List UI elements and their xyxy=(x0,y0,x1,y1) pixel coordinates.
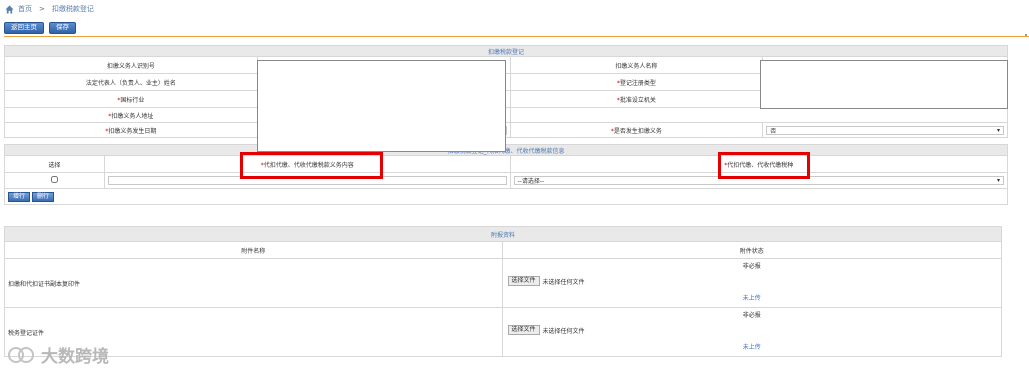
file-status-text: 未选择任何文件 xyxy=(542,327,585,335)
file-picker: 选择文件 未选择任何文件 xyxy=(507,276,585,286)
dropdown-arrow-icon: ▾ xyxy=(996,177,1000,184)
highlight-box-content xyxy=(240,152,383,179)
legal-rep-label: 法定代表人（负责人、业主）姓名 xyxy=(4,73,258,91)
toolbar: 返回主页 保存 xyxy=(4,22,76,34)
add-row-button[interactable]: 增行 xyxy=(8,191,31,202)
save-button[interactable]: 保存 xyxy=(49,22,76,34)
approving-org-text: 批准设立机关 xyxy=(619,96,656,104)
highlight-box-tax xyxy=(718,152,810,179)
reg-type-label: *登记注册类型 xyxy=(509,73,764,91)
divider xyxy=(4,36,1029,37)
row-actions: 增行 删行 xyxy=(4,188,1008,205)
taxpayer-id-label: 扣缴义务人识别号 xyxy=(4,56,258,74)
breadcrumb-separator: > xyxy=(39,5,45,13)
whether-text: 是否发生扣缴义务 xyxy=(613,127,662,135)
breadcrumb-home[interactable]: 首页 xyxy=(18,4,32,14)
choose-file-button[interactable]: 选择文件 xyxy=(507,325,540,335)
section-title: 扣缴税款登记 xyxy=(4,45,1008,57)
file-status-text: 未选择任何文件 xyxy=(542,278,585,286)
industry-label: *国标行业 xyxy=(4,90,258,108)
withholding-table: 扣缴税款登记_代扣代缴、代收代缴税款信息 选择 *代扣代缴、代收代缴税款义务内容… xyxy=(4,144,1008,205)
whether-cell: 否 ▾ xyxy=(762,122,1008,138)
date-label: *扣缴义务发生日期 xyxy=(4,122,258,138)
tax-select-value: --请选择-- xyxy=(517,178,545,185)
reg-type-text: 登记注册类型 xyxy=(619,79,656,87)
redaction-box-right xyxy=(760,60,1008,109)
whether-value: 否 xyxy=(770,127,777,135)
taxpayer-name-label: 扣缴义务人名称 xyxy=(509,56,764,74)
row-checkbox[interactable] xyxy=(50,176,58,183)
address-text: 扣缴义务人地址 xyxy=(111,112,154,120)
divider-dot xyxy=(1025,34,1027,36)
address-label: *扣缴义务人地址 xyxy=(4,107,258,123)
redaction-box-left xyxy=(257,60,506,152)
breadcrumb-current: 扣缴税款登记 xyxy=(51,5,94,13)
watermark-text: 大数跨境 xyxy=(41,347,109,367)
select-column-header: 选择 xyxy=(4,155,105,173)
attachments-section-title: 附报资料 xyxy=(4,226,1002,242)
address-extra xyxy=(509,107,1009,123)
file-picker: 选择文件 未选择任何文件 xyxy=(507,325,585,335)
attachment-name-header: 附件名称 xyxy=(4,241,503,259)
home-icon[interactable] xyxy=(5,4,14,14)
attachment-status-cell: 非必报 选择文件 未选择任何文件 未上传 xyxy=(501,307,1003,357)
required-status: 非必报 xyxy=(742,263,761,270)
dropdown-arrow-icon: ▾ xyxy=(996,126,1000,134)
watermark-logo-icon xyxy=(8,346,34,363)
upload-status-link[interactable]: 未上传 xyxy=(503,293,1001,302)
delete-row-button[interactable]: 删行 xyxy=(31,191,54,202)
required-status: 非必报 xyxy=(742,312,761,319)
back-home-button[interactable]: 返回主页 xyxy=(4,22,44,34)
date-text: 扣缴义务发生日期 xyxy=(108,127,157,135)
industry-text: 国标行业 xyxy=(120,96,145,104)
attachments-table: 附报资料 附件名称 附件状态 扣缴和代扣证书副本复印件 非必报 选择文件 未选择… xyxy=(4,226,1003,357)
upload-status-link[interactable]: 未上传 xyxy=(503,342,1001,351)
choose-file-button[interactable]: 选择文件 xyxy=(507,276,540,286)
approving-org-label: *批准设立机关 xyxy=(509,90,764,108)
attachment-status-header: 附件状态 xyxy=(501,241,1003,259)
whether-select[interactable]: 否 ▾ xyxy=(766,125,1004,135)
breadcrumb: 首页 > 扣缴税款登记 xyxy=(5,3,94,15)
attachment-name-cell: 扣缴和代扣证书副本复印件 xyxy=(4,258,503,308)
attachment-status-cell: 非必报 选择文件 未选择任何文件 未上传 xyxy=(501,258,1003,308)
withholding-section-title: 扣缴税款登记_代扣代缴、代收代缴税款信息 xyxy=(4,144,1008,156)
row-select-cell xyxy=(4,172,105,189)
whether-label: *是否发生扣缴义务 xyxy=(509,122,764,138)
watermark: 大数跨境 xyxy=(5,342,109,367)
